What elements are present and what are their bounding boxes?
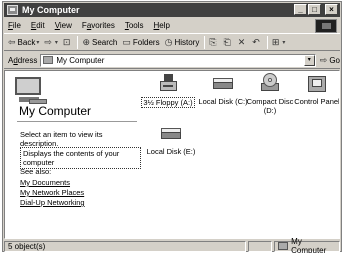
- chevron-down-icon[interactable]: ▾: [282, 39, 285, 46]
- go-label: Go: [329, 55, 340, 65]
- drive-item-control-panel[interactable]: Control Panel: [287, 73, 340, 106]
- close-button[interactable]: ×: [325, 4, 338, 15]
- link-dial-up-networking[interactable]: Dial-Up Networking: [20, 198, 85, 207]
- control-panel-icon: [308, 73, 326, 93]
- undo-button[interactable]: ↶: [252, 37, 262, 48]
- status-zone-label: My Computer: [291, 237, 327, 253]
- status-panel: [248, 240, 273, 252]
- drive-label: 3½ Floppy (A:): [141, 97, 195, 108]
- title-bar[interactable]: My Computer _ □ ×: [4, 3, 340, 17]
- window-controls: _ □ ×: [294, 4, 338, 15]
- search-button[interactable]: ⊕ Search: [82, 37, 117, 48]
- menu-bar: File Edit View Favorites Tools Help: [4, 18, 340, 32]
- address-input[interactable]: My Computer ▾: [40, 53, 316, 67]
- delete-button[interactable]: ✕: [238, 37, 248, 48]
- my-computer-icon[interactable]: [7, 5, 18, 15]
- floppy-drive-icon: [160, 74, 177, 92]
- explorer-window: My Computer _ □ × File Edit View Favorit…: [2, 1, 342, 253]
- folders-label: Folders: [132, 37, 160, 47]
- history-label: History: [174, 37, 200, 47]
- menu-view[interactable]: View: [55, 21, 72, 30]
- forward-arrow-icon: ⇨: [44, 36, 52, 47]
- drive-item-local-disk-e[interactable]: Local Disk (E:): [141, 123, 201, 156]
- status-bar: 5 object(s) My Computer: [4, 237, 340, 253]
- undo-icon: ↶: [252, 36, 260, 47]
- minimize-button[interactable]: _: [294, 4, 307, 15]
- history-icon: ◷: [164, 36, 173, 47]
- divider: [17, 121, 137, 122]
- toolbar-separator: [204, 35, 206, 49]
- folders-button[interactable]: ▭ Folders: [122, 37, 159, 48]
- go-arrow-icon: ⇨: [319, 54, 328, 65]
- history-button[interactable]: ◷ History: [165, 37, 200, 48]
- see-also-heading: See also:: [20, 167, 52, 176]
- back-button[interactable]: ⇦ Back ▾: [8, 37, 39, 48]
- cd-drive-icon: [260, 73, 280, 93]
- copy-to-icon: ⎗: [223, 36, 231, 47]
- toolbar-separator: [266, 35, 268, 49]
- address-label: Address: [8, 55, 38, 65]
- go-button[interactable]: ⇨ Go: [320, 55, 340, 66]
- chevron-down-icon[interactable]: ▾: [55, 39, 58, 46]
- folders-icon: ▭: [122, 36, 131, 47]
- pane-title: My Computer: [19, 104, 92, 118]
- address-value: My Computer: [56, 55, 105, 65]
- toolbar-separator: [77, 35, 79, 49]
- standard-toolbar: ⇦ Back ▾ ⇨ ▾ ⊡ ⊕ Search ▭ Folders ◷ Hist…: [4, 33, 340, 51]
- menu-help[interactable]: Help: [154, 21, 170, 30]
- address-bar: Address My Computer ▾ ⇨ Go: [4, 52, 340, 69]
- windows-logo-icon: [315, 19, 337, 33]
- address-dropdown-button[interactable]: ▾: [303, 54, 315, 66]
- my-computer-icon: [278, 242, 289, 250]
- my-computer-icon: [43, 56, 54, 64]
- copy-to-button[interactable]: ⎗: [224, 37, 233, 48]
- views-icon: ⊞: [271, 36, 280, 47]
- up-folder-icon: ⊡: [62, 36, 71, 47]
- move-to-icon: ⎘: [209, 36, 217, 47]
- drive-label: Local Disk (E:): [146, 147, 196, 156]
- hard-disk-icon: [161, 128, 181, 140]
- status-object-count: 5 object(s): [4, 240, 247, 252]
- window-title: My Computer: [22, 5, 80, 15]
- search-label: Search: [92, 37, 118, 47]
- web-view-pane: My Computer Select an item to view its d…: [5, 71, 141, 238]
- menu-favorites[interactable]: Favorites: [82, 21, 115, 30]
- search-icon: ⊕: [82, 36, 91, 47]
- drive-item-floppy-a[interactable]: 3½ Floppy (A:): [138, 73, 198, 108]
- up-button[interactable]: ⊡: [63, 37, 73, 48]
- menu-tools[interactable]: Tools: [125, 21, 144, 30]
- status-zone: My Computer: [274, 237, 340, 253]
- item-description: Displays the contents of your computer: [20, 147, 141, 169]
- pane-description: Select an item to view its description.: [20, 130, 103, 148]
- link-my-network-places[interactable]: My Network Places: [20, 188, 84, 197]
- back-label: Back: [17, 37, 36, 47]
- hard-disk-icon: [213, 78, 233, 90]
- folder-view: My Computer Select an item to view its d…: [4, 70, 340, 239]
- drive-label: Control Panel: [294, 97, 340, 106]
- menu-edit[interactable]: Edit: [31, 21, 45, 30]
- views-button[interactable]: ⊞ ▾: [272, 37, 286, 48]
- move-to-button[interactable]: ⎘: [209, 37, 218, 48]
- forward-button[interactable]: ⇨ ▾: [44, 37, 58, 48]
- menu-file[interactable]: File: [8, 21, 21, 30]
- link-my-documents[interactable]: My Documents: [20, 178, 70, 187]
- back-arrow-icon: ⇦: [8, 36, 16, 47]
- maximize-button[interactable]: □: [308, 4, 321, 15]
- computer-icon: [15, 77, 47, 104]
- chevron-down-icon[interactable]: ▾: [36, 39, 39, 46]
- delete-icon: ✕: [237, 36, 246, 47]
- drive-label-line2: (D:): [263, 106, 277, 115]
